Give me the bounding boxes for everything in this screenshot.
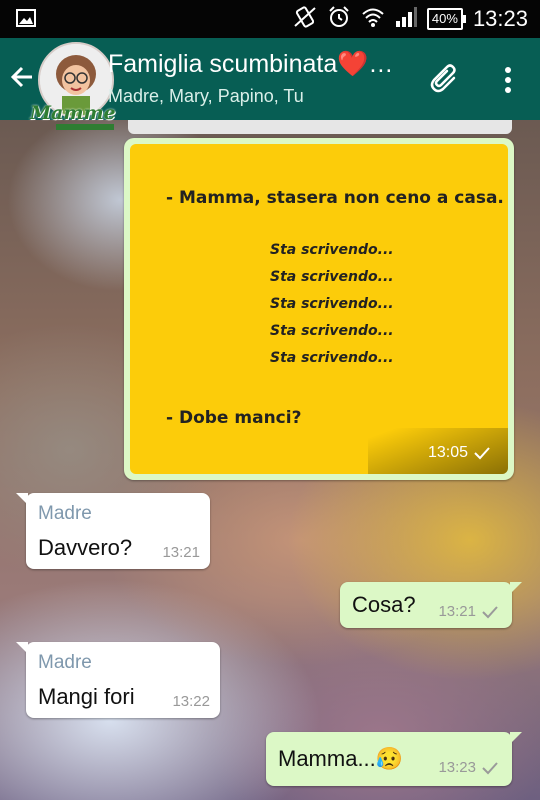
bubble-tail (510, 582, 522, 594)
check-icon (474, 447, 490, 460)
meme-typing-line: Sta scrivendo... (270, 242, 394, 258)
meme-typing-line: Sta scrivendo... (270, 269, 394, 285)
avatar-logo-text: Mamme (30, 102, 116, 124)
sender-name[interactable]: Madre (38, 503, 92, 525)
chat-area[interactable]: - Mamma, stasera non ceno a casa. Sta sc… (0, 120, 540, 800)
image-message[interactable]: - Mamma, stasera non ceno a casa. Sta sc… (124, 138, 514, 480)
alarm-icon (327, 5, 351, 33)
meme-bottom-line: - Dobe manci? (166, 408, 302, 428)
meme-typing-line: Sta scrivendo... (270, 296, 394, 312)
incoming-message[interactable]: Madre Mangi fori 13:22 (16, 642, 220, 718)
incoming-message[interactable]: Madre Davvero? 13:21 (16, 493, 210, 569)
back-arrow-icon[interactable] (8, 62, 38, 92)
bubble-tail (16, 493, 28, 505)
status-time: 13:23 (472, 6, 528, 31)
message-time: 13:21 (438, 603, 498, 620)
chat-participants[interactable]: Madre, Mary, Papino, Tu (108, 86, 304, 107)
more-vert-icon[interactable] (498, 64, 518, 96)
message-text: Cosa? (352, 592, 416, 617)
message-time: 13:05 (428, 444, 490, 462)
message-text: Davvero? (38, 535, 133, 560)
check-icon (482, 605, 498, 618)
message-time: 13:22 (172, 693, 210, 710)
gallery-notification-icon (16, 9, 36, 31)
message-time-text: 13:05 (427, 444, 468, 461)
message-time: 13:23 (438, 759, 498, 776)
sender-name[interactable]: Madre (38, 652, 92, 674)
bubble-tail (16, 642, 28, 654)
meme-typing-line: Sta scrivendo... (270, 323, 394, 339)
meme-top-line: - Mamma, stasera non ceno a casa. (166, 188, 504, 208)
message-text: Mamma...😥 (278, 746, 404, 771)
vibrate-icon (293, 6, 317, 32)
message-text: Mangi fori (38, 684, 135, 709)
outgoing-message[interactable]: Cosa? 13:21 (340, 582, 522, 628)
avatar-logo-strip (56, 124, 114, 130)
meme-image[interactable]: - Mamma, stasera non ceno a casa. Sta sc… (130, 144, 508, 474)
message-time-text: 13:21 (438, 603, 476, 620)
previous-message-edge (128, 120, 512, 134)
message-time-text: 13:23 (438, 759, 476, 776)
battery-indicator: 40% (426, 8, 466, 30)
signal-icon (395, 7, 417, 31)
message-time: 13:21 (162, 544, 200, 561)
outgoing-message[interactable]: Mamma...😥 13:23 (266, 732, 522, 786)
status-bar: 40% 13:23 (0, 0, 540, 38)
bubble-tail (510, 732, 522, 744)
check-icon (482, 761, 498, 774)
meme-typing-line: Sta scrivendo... (270, 350, 394, 366)
paperclip-icon[interactable] (428, 62, 462, 96)
chat-title[interactable]: Famiglia scumbinata❤️… (108, 50, 393, 79)
wifi-icon (361, 7, 385, 31)
